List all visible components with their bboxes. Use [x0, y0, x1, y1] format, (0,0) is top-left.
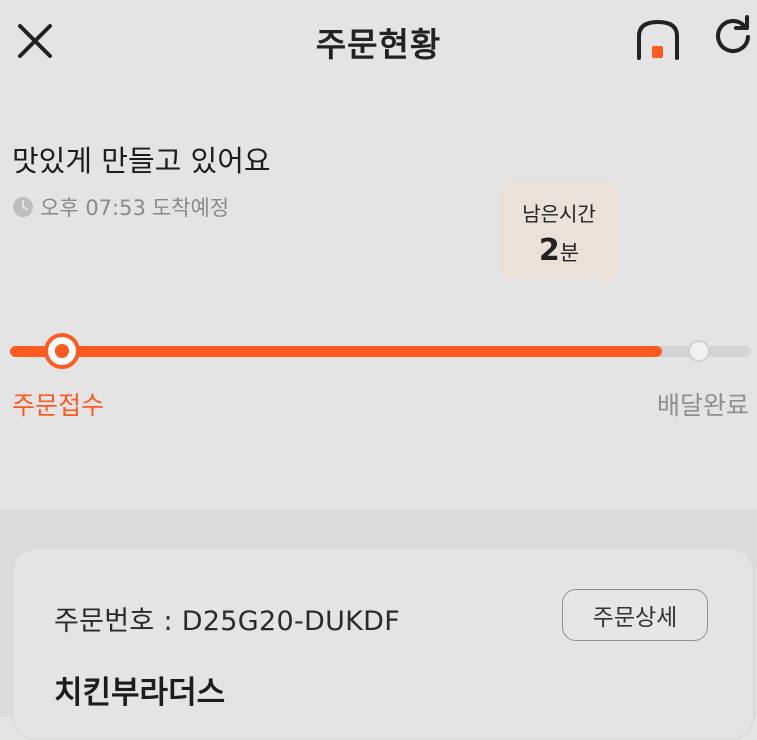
progress-end-marker: [688, 340, 710, 362]
remaining-time-bubble: 남은시간 2분: [500, 180, 618, 290]
remaining-time-value: 2분: [500, 233, 618, 268]
bubble-tail: [595, 279, 606, 290]
order-number-row: 주문번호 : D25G20-DUKDF: [54, 599, 400, 638]
eta-suffix: 도착예정: [151, 196, 230, 220]
order-number: D25G20-DUKDF: [181, 606, 401, 637]
eta-row: 오후 07:53 도착예정: [12, 192, 229, 222]
order-number-label: 주문번호 :: [54, 606, 182, 637]
status-heading: 맛있게 만들고 있어요: [12, 144, 271, 178]
order-info-card: 주문번호 : D25G20-DUKDF 주문상세 치킨부라더스: [12, 548, 754, 740]
home-button[interactable]: [634, 16, 682, 62]
store-name: 치킨부라더스: [54, 675, 226, 711]
clock-icon: [13, 197, 33, 217]
delivery-progress-track: [10, 346, 751, 357]
remaining-time-number: 2: [538, 233, 560, 268]
order-detail-button[interactable]: 주문상세: [562, 589, 708, 641]
top-bar: 주문현황: [0, 0, 757, 84]
eta-time: 오후 07:53: [40, 196, 146, 220]
order-status-section: 맛있게 만들고 있어요 오후 07:53 도착예정 남은시간 2분 주문접수 배…: [0, 84, 757, 510]
remaining-time-unit: 분: [559, 241, 580, 265]
progress-end-label: 배달완료: [656, 391, 749, 420]
progress-start-marker: [44, 333, 80, 369]
delivery-progress-fill: [10, 346, 663, 357]
home-icon: [637, 20, 679, 60]
refresh-icon: [716, 15, 750, 54]
remaining-time-label: 남은시간: [522, 202, 596, 226]
progress-start-label: 주문접수: [12, 391, 105, 420]
refresh-button[interactable]: [712, 14, 754, 56]
